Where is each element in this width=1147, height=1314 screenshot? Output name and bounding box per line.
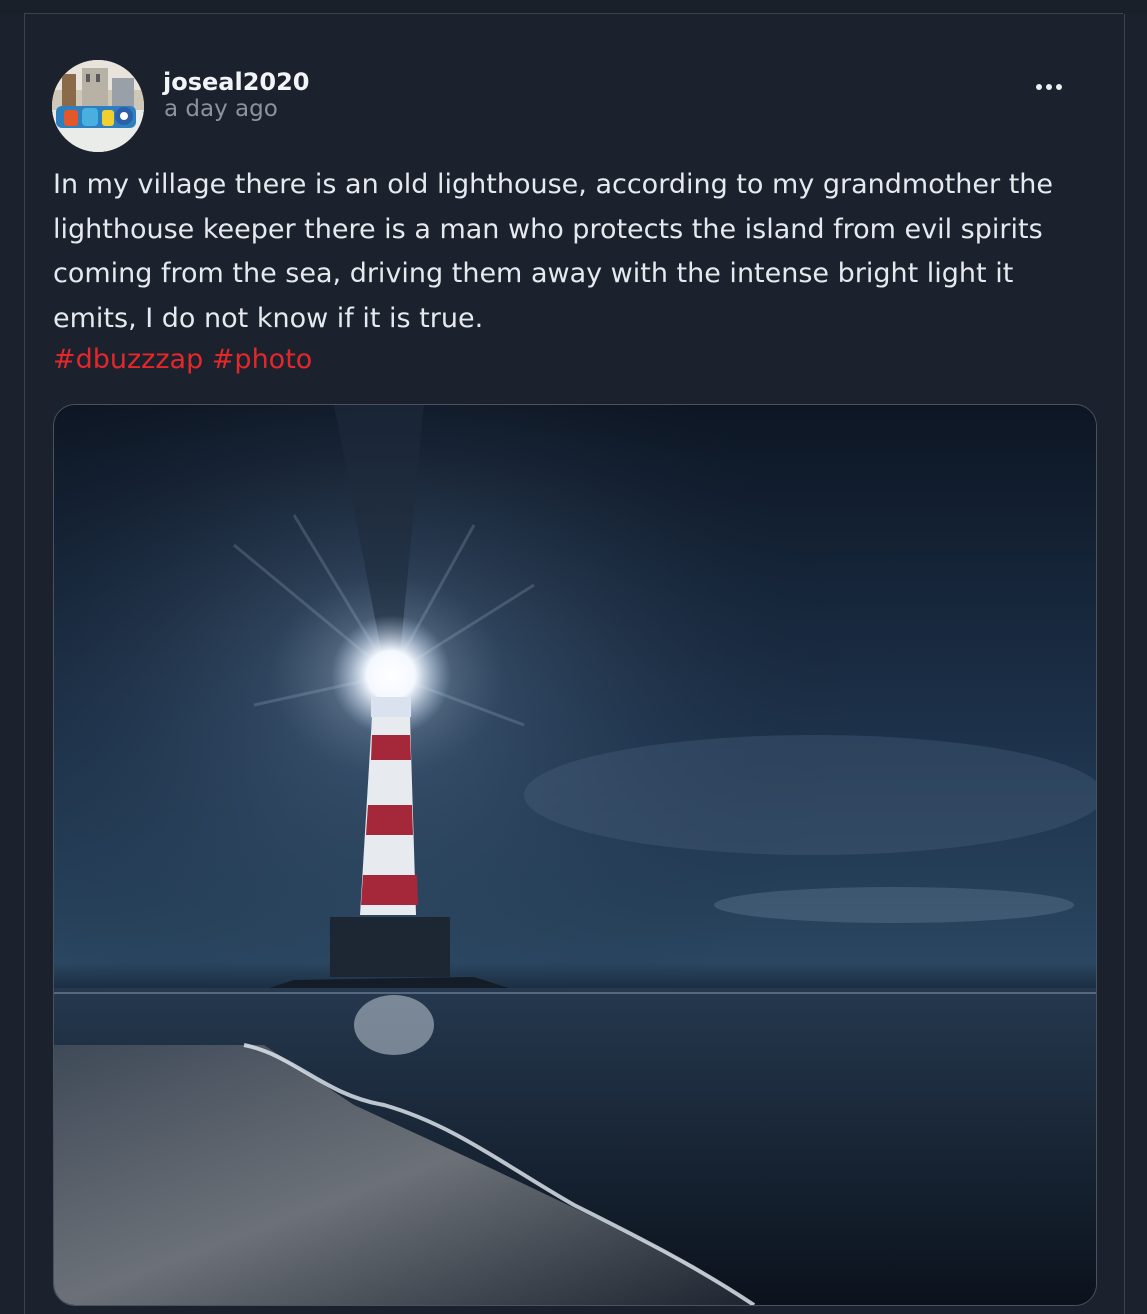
more-horizontal-icon: [1036, 84, 1062, 90]
more-options-button[interactable]: [1028, 72, 1070, 102]
lighthouse-photo: [54, 405, 1096, 1305]
post-author[interactable]: joseal2020: [163, 68, 310, 96]
avatar[interactable]: [52, 60, 144, 152]
post-image[interactable]: [53, 404, 1097, 1306]
post-body: In my village there is an old lighthouse…: [53, 169, 1054, 334]
hashtag-link[interactable]: #photo: [212, 344, 313, 375]
avatar-image: [52, 60, 144, 152]
top-divider: [0, 0, 1147, 14]
hashtag-link[interactable]: #dbuzzzap: [53, 344, 203, 375]
post-hashtags: #dbuzzzap #photo: [53, 340, 312, 380]
post-timestamp: a day ago: [164, 96, 278, 122]
